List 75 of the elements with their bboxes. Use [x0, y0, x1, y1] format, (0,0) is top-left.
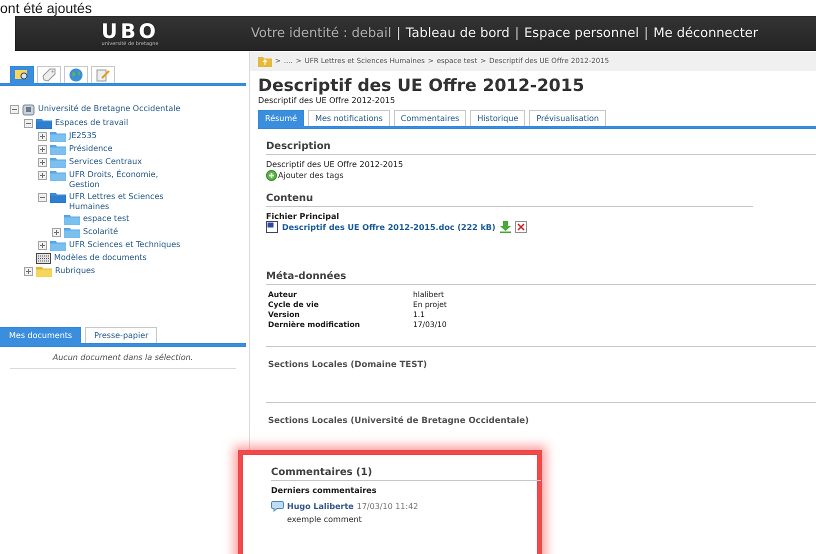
folder-icon [64, 214, 80, 225]
link-separator: | [396, 26, 401, 41]
section-heading: Description [266, 141, 816, 155]
folder-icon [64, 227, 80, 238]
folder-icon [36, 118, 52, 129]
tree-item[interactable]: JE2535 [69, 131, 97, 141]
expand-icon[interactable] [38, 171, 47, 180]
identity-label: Votre identité : debail [251, 26, 392, 41]
icon-tab[interactable] [64, 66, 88, 83]
panel-tab[interactable]: Mes documents [0, 327, 82, 343]
comments-subheading: Derniers commentaires [271, 486, 378, 495]
tree-item[interactable]: Espaces de travail [55, 118, 128, 128]
section-heading: Sections Locales (Domaine TEST) [268, 360, 428, 370]
folder-icon [50, 131, 66, 142]
collapse-icon[interactable] [24, 119, 33, 128]
expand-icon[interactable] [38, 145, 47, 154]
header-link[interactable]: Tableau de bord [406, 26, 510, 41]
folder-icon [50, 192, 66, 203]
comment-text: exemple comment [286, 515, 363, 524]
panel-tab[interactable]: Presse-papier [85, 327, 158, 343]
template-icon [36, 253, 51, 264]
folder-icon [50, 170, 66, 181]
search-icon [15, 69, 29, 81]
tree-item[interactable]: Scolarité [83, 227, 118, 237]
field-label: Fichier Principal [266, 212, 340, 221]
download-icon[interactable] [500, 221, 511, 233]
tree-item[interactable]: Université de Bretagne Occidentale [38, 104, 180, 114]
tree-item[interactable]: espace test [83, 214, 130, 224]
empty-message: Aucun document dans la sélection. [10, 347, 236, 369]
section-heading: Sections Locales (Université de Bretagne Occidentale) [268, 416, 529, 426]
header-link[interactable]: Me déconnecter [653, 26, 758, 41]
section-heading: Méta-données [266, 271, 816, 285]
tree-item[interactable]: Modèles de documents [54, 253, 147, 263]
file-link[interactable]: Descriptif des UE Offre 2012-2015.doc (222 kB) [282, 222, 496, 232]
expand-icon[interactable] [38, 132, 47, 141]
comment-date: 17/03/10 11:42 [356, 502, 418, 511]
add-icon[interactable] [266, 170, 277, 181]
tree-item[interactable]: UFR Sciences et Techniques [69, 240, 180, 250]
section-heading: Contenu [266, 193, 753, 207]
tab[interactable]: Commentaires [394, 110, 466, 126]
computer-icon [22, 104, 35, 116]
tree-item[interactable]: UFR Droits, Économie, Gestion [69, 170, 184, 190]
tree-item[interactable]: Rubriques [55, 266, 96, 276]
link-separator: | [514, 26, 520, 41]
icon-tab[interactable] [10, 66, 34, 83]
folder-up-icon [258, 56, 272, 66]
page-subtitle: Descriptif des UE Offre 2012-2015 [258, 96, 396, 105]
tab[interactable]: Prévisualisation [529, 110, 606, 126]
folder-icon [50, 144, 66, 155]
logo: UBO [101, 20, 159, 40]
folder-icon [50, 157, 66, 168]
description-text: Descriptif des UE Offre 2012-2015 [266, 160, 404, 169]
expand-icon[interactable] [38, 241, 47, 250]
edit-icon [96, 68, 110, 82]
tab[interactable]: Mes notifications [308, 110, 390, 126]
tab[interactable]: Historique [470, 110, 526, 126]
tab[interactable]: Résumé [258, 110, 304, 126]
tag-icon [42, 68, 56, 82]
speech-bubble-icon [271, 501, 284, 512]
folder-icon [36, 266, 52, 277]
page-title: Descriptif des UE Offre 2012-2015 [258, 76, 586, 96]
collapse-icon[interactable] [10, 105, 19, 114]
expand-icon[interactable] [52, 228, 61, 237]
section-heading: Commentaires (1) [271, 467, 541, 481]
add-tags-link[interactable]: Ajouter des tags [278, 171, 344, 180]
link-separator: | [644, 26, 648, 41]
folder-icon [50, 240, 66, 251]
expand-icon[interactable] [38, 158, 47, 167]
caption-text: ont été ajoutés [0, 0, 93, 16]
expand-icon[interactable] [24, 267, 33, 276]
header-link[interactable]: Espace personnel [524, 26, 639, 41]
collapse-icon[interactable] [38, 193, 47, 202]
comment-author[interactable]: Hugo Laliberte [287, 502, 354, 511]
tree-item[interactable]: Services Centraux [69, 157, 142, 167]
tree-item[interactable]: Présidence [69, 144, 112, 154]
